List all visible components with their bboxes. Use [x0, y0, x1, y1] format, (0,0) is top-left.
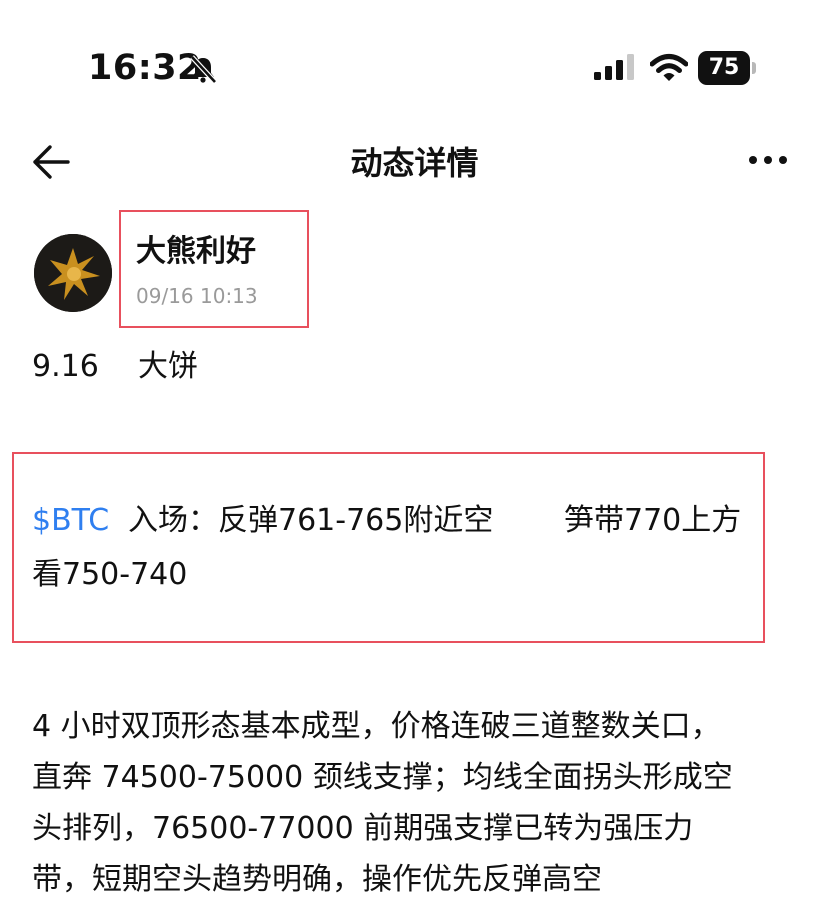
bell-muted-icon	[190, 55, 217, 84]
body-line-2: 直奔 74500-75000 颈线支撑；均线全面拐头形成空	[32, 760, 733, 795]
entry-line-1: 入场：反弹761-765附近空	[128, 503, 494, 538]
wifi-icon	[650, 54, 688, 81]
entry-highlight-box	[12, 452, 765, 643]
status-time: 16:32	[88, 48, 202, 88]
body-line-4: 带，短期空头趋势明确，操作优先反弹高空	[32, 862, 602, 897]
entry-line-1b: 笋带770上方	[564, 503, 742, 538]
cellular-signal-icon	[594, 54, 634, 80]
post-timestamp: 09/16 10:13	[136, 284, 258, 308]
entry-line-2: 看750-740	[32, 557, 188, 592]
body-line-1: 4 小时双顶形态基本成型，价格连破三道整数关口，	[32, 709, 721, 744]
page-title: 动态详情	[350, 144, 479, 182]
avatar[interactable]	[34, 234, 112, 312]
avatar-image	[34, 234, 112, 312]
more-options-icon[interactable]	[748, 148, 788, 172]
author-name[interactable]: 大熊利好	[136, 226, 256, 270]
battery-cap	[752, 62, 756, 74]
body-line-3: 头排列，76500-77000 前期强支撑已转为强压力	[32, 811, 694, 846]
post-heading-date: 9.16	[32, 349, 99, 384]
battery-indicator: 75	[698, 51, 756, 85]
ticker-link[interactable]: $BTC	[32, 496, 109, 546]
post-heading-text: 大饼	[138, 349, 198, 384]
battery-level: 75	[708, 55, 740, 80]
